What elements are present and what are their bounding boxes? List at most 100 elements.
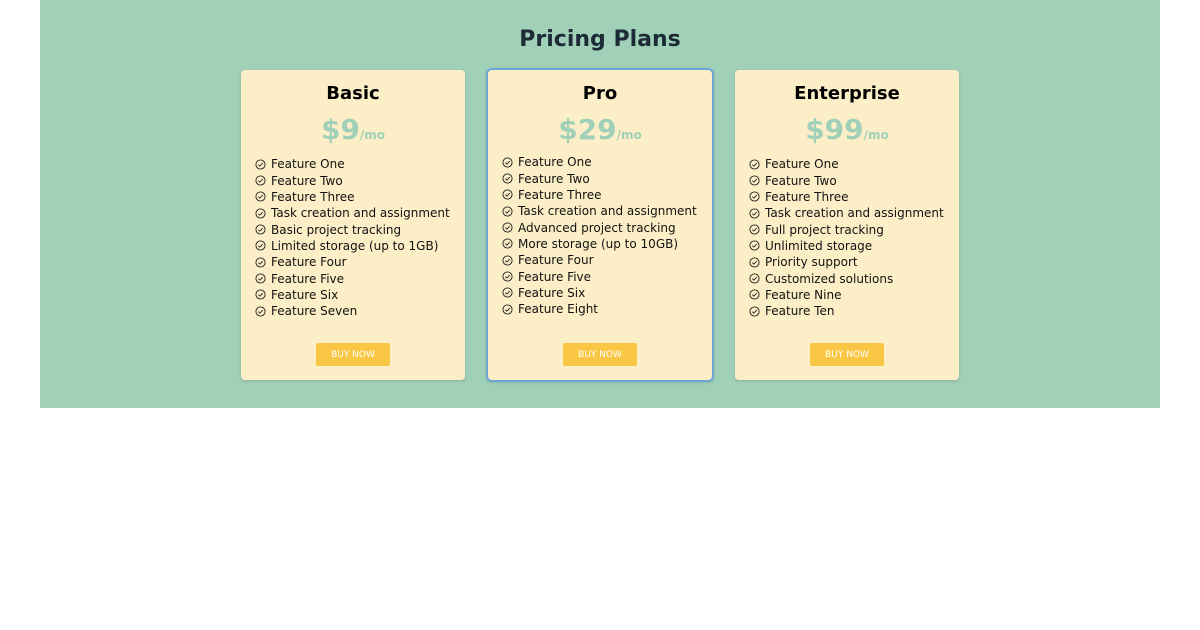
check-circle-icon	[255, 191, 266, 202]
feature-item: Feature Two	[502, 170, 697, 186]
feature-label: Feature Three	[271, 189, 355, 204]
feature-label: Limited storage (up to 1GB)	[271, 238, 439, 253]
check-circle-icon	[502, 173, 513, 184]
plan-price: $29/mo	[488, 112, 712, 153]
check-circle-icon	[749, 257, 760, 268]
feature-label: Feature One	[765, 157, 839, 172]
price-period: /mo	[359, 128, 386, 142]
feature-item: Feature Ten	[749, 303, 944, 319]
check-circle-icon	[255, 175, 266, 186]
feature-item: Task creation and assignment	[502, 203, 697, 219]
price-amount: $29	[558, 113, 617, 146]
feature-label: Feature Two	[271, 173, 343, 188]
pricing-section: Pricing Plans Basic $9/mo Feature One Fea…	[40, 0, 1160, 408]
feature-item: Feature Six	[255, 287, 450, 303]
plan-card-basic: Basic $9/mo Feature One Feature Two Featur…	[241, 70, 465, 380]
check-circle-icon	[255, 289, 266, 300]
feature-item: Feature Three	[749, 189, 944, 205]
feature-label: Feature Three	[765, 189, 849, 204]
feature-item: Feature Four	[255, 254, 450, 270]
feature-label: Feature Four	[271, 255, 347, 270]
check-circle-icon	[502, 206, 513, 217]
feature-item: Priority support	[749, 254, 944, 270]
plan-card-enterprise: Enterprise $99/mo Feature One Feature Two…	[735, 70, 959, 380]
check-circle-icon	[255, 257, 266, 268]
feature-item: Feature Two	[749, 172, 944, 188]
feature-label: Task creation and assignment	[271, 206, 450, 221]
feature-label: Feature One	[271, 157, 345, 172]
feature-item: Feature Eight	[502, 301, 697, 317]
feature-label: Full project tracking	[765, 222, 884, 237]
check-circle-icon	[749, 208, 760, 219]
feature-item: Unlimited storage	[749, 238, 944, 254]
feature-item: Feature Two	[255, 172, 450, 188]
check-circle-icon	[255, 273, 266, 284]
feature-item: Feature One	[502, 154, 697, 170]
buy-now-button-basic[interactable]: BUY NOW	[316, 343, 390, 366]
check-circle-icon	[749, 289, 760, 300]
feature-item: Feature Three	[502, 187, 697, 203]
feature-item: Feature Six	[502, 285, 697, 301]
feature-label: Priority support	[765, 255, 858, 270]
price-period: /mo	[616, 128, 642, 142]
check-circle-icon	[502, 255, 513, 266]
feature-item: Feature Three	[255, 189, 450, 205]
feature-item: Task creation and assignment	[255, 205, 450, 221]
plan-name: Pro	[582, 83, 618, 104]
check-circle-icon	[502, 238, 513, 249]
check-circle-icon	[502, 222, 513, 233]
check-circle-icon	[749, 175, 760, 186]
feature-label: Basic project tracking	[271, 222, 402, 237]
check-circle-icon	[255, 208, 266, 219]
feature-item: Feature Four	[502, 252, 697, 268]
check-circle-icon	[749, 224, 760, 235]
feature-item: Basic project tracking	[255, 221, 450, 237]
feature-item: Task creation and assignment	[749, 205, 944, 221]
feature-item: More storage (up to 10GB)	[502, 236, 697, 252]
plan-price: $99/mo	[735, 112, 959, 153]
feature-item: Feature Nine	[749, 287, 944, 303]
feature-label: Feature Six	[518, 285, 586, 300]
buy-now-button-enterprise[interactable]: BUY NOW	[810, 343, 884, 366]
plan-card-pro: Pro $29/mo Feature One Feature Two Feature…	[486, 68, 714, 382]
feature-label: Feature Ten	[765, 304, 835, 319]
feature-label: Feature Two	[765, 173, 837, 188]
feature-item: Feature Five	[255, 270, 450, 286]
check-circle-icon	[502, 271, 513, 282]
price-amount: $9	[320, 113, 360, 146]
feature-label: Task creation and assignment	[518, 204, 697, 219]
feature-label: Advanced project tracking	[518, 220, 676, 235]
feature-label: Feature Eight	[518, 302, 599, 317]
feature-list: Feature One Feature Two Feature Three Task …	[255, 156, 450, 319]
check-circle-icon	[502, 304, 513, 315]
plan-name: Enterprise	[794, 83, 900, 104]
check-circle-icon	[255, 159, 266, 170]
check-circle-icon	[255, 224, 266, 235]
feature-item: Customized solutions	[749, 270, 944, 286]
feature-list: Feature One Feature Two Feature Three Task …	[749, 156, 944, 319]
check-circle-icon	[749, 306, 760, 317]
feature-label: Feature Seven	[271, 304, 358, 319]
feature-label: Feature Six	[271, 287, 339, 302]
feature-label: Feature Nine	[765, 287, 842, 302]
price-period: /mo	[863, 128, 889, 142]
feature-label: Task creation and assignment	[765, 206, 944, 221]
plan-price: $9/mo	[241, 112, 465, 153]
feature-label: Feature Four	[518, 253, 594, 268]
check-circle-icon	[749, 273, 760, 284]
check-circle-icon	[502, 157, 513, 168]
check-circle-icon	[255, 306, 266, 317]
feature-item: Full project tracking	[749, 221, 944, 237]
feature-item: Advanced project tracking	[502, 219, 697, 235]
buy-now-button-pro[interactable]: BUY NOW	[563, 343, 637, 366]
feature-label: Unlimited storage	[765, 238, 873, 253]
feature-label: Customized solutions	[765, 271, 894, 286]
check-circle-icon	[502, 189, 513, 200]
check-circle-icon	[749, 240, 760, 251]
feature-item: Feature One	[255, 156, 450, 172]
check-circle-icon	[749, 159, 760, 170]
feature-list: Feature One Feature Two Feature Three Task …	[502, 154, 697, 317]
plan-name: Basic	[326, 83, 380, 104]
feature-item: Feature Five	[502, 268, 697, 284]
feature-label: More storage (up to 10GB)	[518, 236, 679, 251]
